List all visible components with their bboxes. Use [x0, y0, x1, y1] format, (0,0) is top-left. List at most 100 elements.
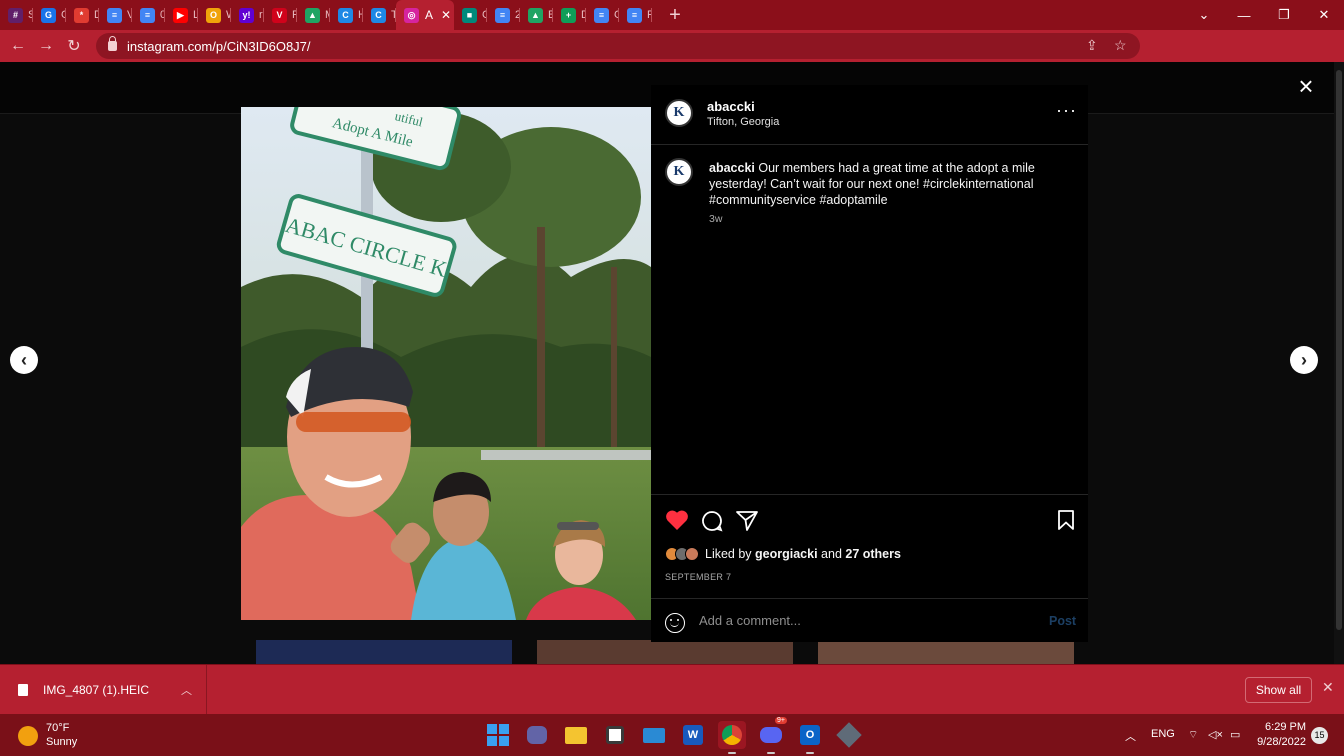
- screen: #SlackGGrou*Dash≡VIP:≡09/2▶LearnOWhaty!r…: [0, 0, 1344, 756]
- download-item[interactable]: IMG_4807 (1).HEIC ︿: [0, 665, 207, 715]
- comment-icon[interactable]: [700, 509, 724, 533]
- instagram-icon: ◎: [404, 7, 419, 23]
- comment-input[interactable]: Add a comment...: [699, 613, 801, 628]
- tab-favicon-icon: ≡: [627, 7, 642, 23]
- chevron-up-icon[interactable]: ︿: [181, 682, 192, 698]
- browser-tab[interactable]: ■Geor: [454, 0, 487, 30]
- back-icon[interactable]: ←: [4, 37, 32, 55]
- browser-tab[interactable]: ▲My D: [297, 0, 330, 30]
- post-location[interactable]: Tifton, Georgia: [707, 116, 779, 128]
- browser-tab[interactable]: OWhat: [198, 0, 231, 30]
- temperature: 70°F: [46, 722, 70, 734]
- page-scrollbar[interactable]: [1334, 62, 1344, 664]
- previous-post-button[interactable]: ‹: [10, 346, 38, 374]
- clock[interactable]: 6:29 PM 9/28/2022: [1250, 720, 1306, 750]
- start-windows-icon[interactable]: [484, 721, 512, 749]
- weather-widget[interactable]: 70°F Sunny: [18, 721, 77, 749]
- likes-summary[interactable]: Liked by georgiacki and 27 others: [665, 545, 901, 563]
- post-actions: Liked by georgiacki and 27 others SEPTEM…: [651, 494, 1088, 644]
- post-panel: K abaccki Tifton, Georgia ··· K abaccki …: [651, 85, 1088, 642]
- browser-tab[interactable]: ≡VIP:: [99, 0, 132, 30]
- wifi-icon[interactable]: ⌔: [1188, 728, 1198, 742]
- browser-tab[interactable]: CThe: [363, 0, 396, 30]
- tab-list: #SlackGGrou*Dash≡VIP:≡09/2▶LearnOWhaty!r…: [0, 0, 396, 30]
- browser-tab[interactable]: VRead: [264, 0, 297, 30]
- author-avatar[interactable]: K: [665, 99, 693, 127]
- liker-avatar: [685, 547, 699, 561]
- show-all-button[interactable]: Show all: [1245, 677, 1312, 703]
- clock-time: 6:29 PM: [1265, 721, 1306, 733]
- lock-icon: [108, 36, 117, 51]
- post-comment-button[interactable]: Post: [1049, 614, 1076, 628]
- caption-username[interactable]: abaccki: [709, 161, 755, 175]
- tray-overflow-icon[interactable]: ︿: [1125, 728, 1136, 744]
- post-image[interactable]: Adopt A Mile utiful ABAC CIRCLE K: [241, 107, 651, 620]
- download-bar: IMG_4807 (1).HEIC ︿ Show all ✕: [0, 664, 1344, 715]
- liked-by-others[interactable]: 27 others: [845, 547, 901, 561]
- file-icon: [18, 684, 28, 696]
- mail-icon[interactable]: [640, 721, 668, 749]
- tab-favicon-icon: #: [8, 7, 23, 23]
- weather-condition: Sunny: [46, 736, 78, 748]
- outlook-icon[interactable]: O: [796, 721, 824, 754]
- caption-timestamp[interactable]: 3w: [709, 213, 722, 225]
- close-modal-icon[interactable]: ×: [1294, 73, 1318, 99]
- browser-tab[interactable]: #Slack: [0, 0, 33, 30]
- scrollbar-thumb[interactable]: [1336, 70, 1342, 630]
- word-icon[interactable]: W: [679, 721, 707, 749]
- restore-button[interactable]: ❐: [1264, 0, 1304, 30]
- tab-favicon-icon: ▲: [305, 7, 320, 23]
- liked-by-prefix: Liked by: [705, 547, 756, 561]
- share-icon[interactable]: ⇪: [1086, 37, 1098, 54]
- browser-tab[interactable]: y!reach: [231, 0, 264, 30]
- store-icon[interactable]: [601, 721, 629, 749]
- tab-favicon-icon: O: [206, 7, 221, 23]
- browser-tab[interactable]: CHom: [330, 0, 363, 30]
- browser-tab[interactable]: *Dash: [66, 0, 99, 30]
- close-download-bar-icon[interactable]: ✕: [1322, 679, 1334, 696]
- discord-icon[interactable]: 9+: [757, 717, 787, 754]
- language-indicator[interactable]: ENG: [1151, 728, 1175, 740]
- post-date[interactable]: SEPTEMBER 7: [665, 572, 731, 582]
- next-post-button[interactable]: ›: [1290, 346, 1318, 374]
- forward-icon[interactable]: →: [32, 37, 60, 55]
- tab-close-icon[interactable]: ✕: [441, 8, 451, 22]
- new-tab-button[interactable]: +: [660, 4, 690, 27]
- tab-favicon-icon: ≡: [107, 7, 122, 23]
- browser-tab[interactable]: +Deca: [553, 0, 586, 30]
- discord-badge: 9+: [775, 717, 787, 724]
- reload-icon[interactable]: ↻: [60, 36, 88, 56]
- file-explorer-icon[interactable]: [562, 721, 590, 749]
- tab-label: FMF: [647, 9, 652, 21]
- more-options-icon[interactable]: ···: [1056, 101, 1077, 119]
- tab-favicon-icon: V: [272, 7, 287, 23]
- browser-tab[interactable]: ≡202: [487, 0, 520, 30]
- emoji-icon[interactable]: [665, 613, 685, 633]
- tab-instagram-active[interactable]: ◎ A ✕: [396, 0, 454, 30]
- browser-tab[interactable]: ▲Ever: [520, 0, 553, 30]
- minimize-button[interactable]: —: [1224, 0, 1264, 30]
- avatar-letter: K: [673, 105, 685, 120]
- browser-tab[interactable]: ≡ FMF: [619, 0, 652, 30]
- chat-icon[interactable]: [523, 721, 551, 749]
- notification-badge[interactable]: 15: [1311, 727, 1328, 744]
- app-icon[interactable]: [835, 721, 863, 749]
- caption-avatar[interactable]: K: [665, 158, 693, 186]
- battery-icon[interactable]: ▭: [1230, 728, 1240, 741]
- share-paper-plane-icon[interactable]: [735, 509, 759, 533]
- bookmark-star-icon[interactable]: ☆: [1114, 37, 1127, 54]
- save-bookmark-icon[interactable]: [1057, 509, 1075, 531]
- browser-tab[interactable]: ▶Learn: [165, 0, 198, 30]
- tab-search-icon[interactable]: ⌄: [1184, 0, 1224, 30]
- close-window-button[interactable]: ✕: [1304, 0, 1344, 30]
- browser-tab[interactable]: GGrou: [33, 0, 66, 30]
- chrome-icon[interactable]: [718, 721, 746, 754]
- volume-muted-icon[interactable]: ◁×: [1208, 728, 1223, 741]
- like-heart-icon[interactable]: [665, 509, 689, 531]
- pinned-apps: W 9+ O: [484, 717, 874, 754]
- author-username[interactable]: abaccki: [707, 99, 755, 114]
- liked-by-user[interactable]: georgiacki: [755, 547, 818, 561]
- address-bar[interactable]: instagram.com/p/CiN3ID6O8J7/ ⇪ ☆: [96, 33, 1140, 59]
- browser-tab[interactable]: ≡09/2: [132, 0, 165, 30]
- browser-tab[interactable]: ≡Gene: [586, 0, 619, 30]
